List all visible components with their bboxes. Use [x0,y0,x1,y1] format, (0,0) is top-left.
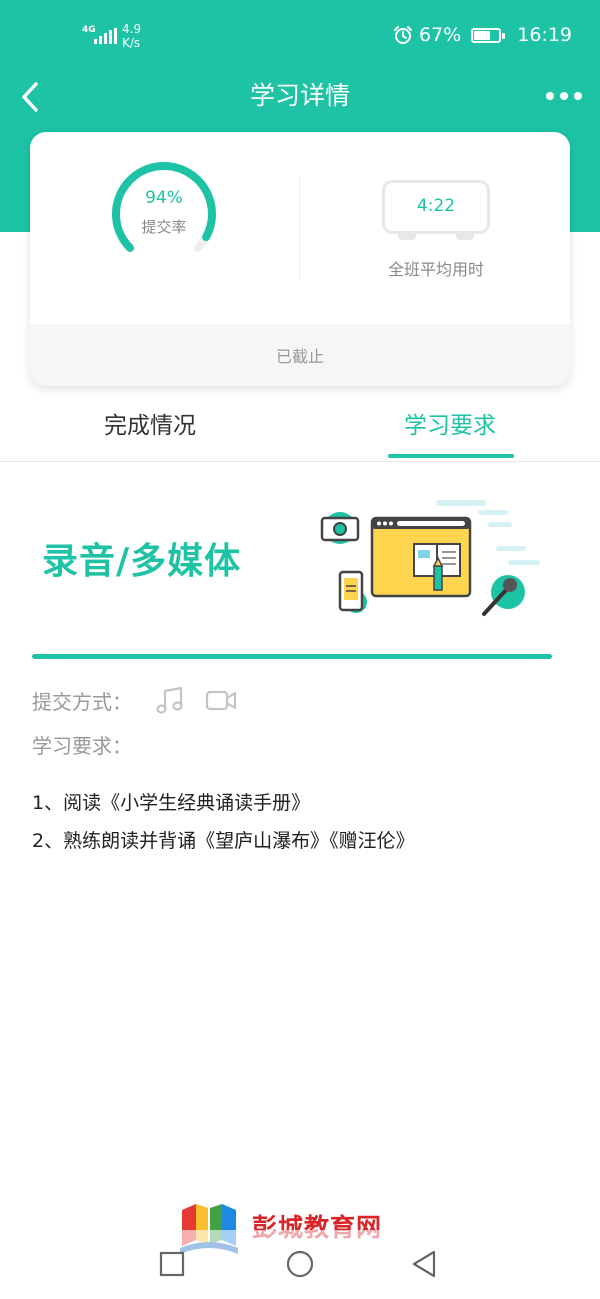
home-icon[interactable] [284,1248,316,1280]
more-dots-icon[interactable] [546,84,582,108]
battery-percent: 67% [419,24,462,46]
avg-time-value: 4:22 [416,196,456,216]
clock-time: 16:19 [517,24,572,46]
page-title: 学习详情 [249,81,350,110]
deadline-status: 已截止 [30,324,570,386]
tab-completion[interactable]: 完成情况 [50,410,250,442]
gauge-ring-icon [112,162,216,252]
stats-card: 94% 提交率 4:22 全班平均用时 已截止 [30,132,570,386]
submit-rate-gauge: 94% 提交率 [106,160,222,256]
system-nav-bar [0,1230,600,1299]
requirement-item: 2、熟练朗读并背诵《望庐山瀑布》《赠汪伦》 [32,830,415,852]
avg-time-label: 全班平均用时 [387,260,484,279]
submit-method-row: 提交方式： [32,684,238,716]
battery-icon [471,27,506,43]
network-speed-unit: K/s [122,36,141,50]
navigation-bar: 学习详情 [0,72,600,122]
network-speed: 4.9 K/s [122,22,141,50]
back-triangle-icon[interactable] [408,1248,440,1280]
recent-apps-icon[interactable] [156,1248,188,1280]
status-right: 67% 16:19 [393,24,572,46]
status-bar: 4G 4.9 K/s 67% 16:19 [0,0,600,72]
requirements-list: 1、阅读《小学生经典诵读手册》 2、熟练朗读并背诵《望庐山瀑布》《赠汪伦》 [32,784,415,860]
tab-requirements[interactable]: 学习要求 [350,410,550,442]
multimedia-illustration-icon [320,500,540,616]
submit-rate-label: 提交率 [141,218,187,236]
requirement-item: 1、阅读《小学生经典诵读手册》 [32,792,311,814]
timer-display-icon: 4:22 [382,180,490,240]
banner-divider [32,654,552,659]
assignment-type-title: 录音/多媒体 [42,541,242,582]
submit-rate-value: 94% [145,188,183,208]
alarm-icon [394,26,412,44]
tab-bar: 完成情况 学习要求 [0,396,600,462]
card-divider [299,178,300,278]
network-speed-value: 4.9 [122,22,142,36]
music-note-icon [156,686,183,714]
requirements-label: 学习要求： [32,734,132,758]
active-tab-indicator [388,454,514,458]
video-camera-icon [205,690,237,711]
submit-method-label: 提交方式： [32,689,132,714]
